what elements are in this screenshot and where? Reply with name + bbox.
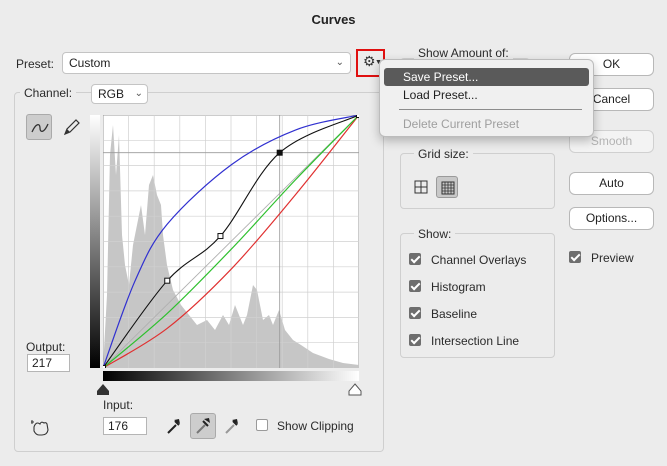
curve-point-tool[interactable]	[26, 114, 52, 140]
menu-item-save-preset[interactable]: Save Preset...	[384, 68, 589, 86]
curve-point-selected	[276, 149, 283, 156]
channel-label: Channel:	[20, 86, 77, 100]
channel-overlays-label: Channel Overlays	[431, 253, 527, 267]
input-gradient	[103, 371, 359, 381]
chevron-down-icon: ⌄	[134, 88, 143, 99]
black-point-eyedropper-icon[interactable]	[164, 416, 182, 436]
gray-point-eyedropper-icon	[196, 418, 210, 434]
preset-select[interactable]: Custom ⌄	[62, 52, 351, 74]
preset-label: Preset:	[16, 57, 55, 71]
baseline-label: Baseline	[431, 307, 478, 321]
white-point-eyedropper-icon[interactable]	[222, 416, 240, 436]
on-image-adjust-icon[interactable]	[30, 418, 52, 436]
chevron-down-icon: ⌄	[335, 57, 344, 68]
menu-separator	[399, 109, 582, 110]
curve-graph[interactable]	[103, 115, 359, 368]
input-label: Input:	[103, 398, 134, 412]
menu-item-load-preset[interactable]: Load Preset...	[384, 86, 589, 104]
output-label: Output:	[26, 340, 66, 354]
histogram-label: Histogram	[431, 280, 486, 294]
gear-icon: ⚙	[363, 53, 376, 69]
preview-label: Preview	[591, 251, 634, 265]
simple-grid-icon	[414, 180, 428, 194]
white-point-slider[interactable]	[348, 383, 362, 396]
curve-point	[164, 277, 171, 284]
show-amount-legend: Show Amount of:	[414, 46, 513, 60]
output-field[interactable]: 217	[27, 354, 70, 372]
simple-grid-button[interactable]	[410, 176, 432, 198]
curve-point-icon	[31, 123, 49, 133]
grid-size-legend: Grid size:	[414, 147, 473, 161]
intersection-line-checkbox[interactable]	[409, 334, 421, 346]
options-button[interactable]: Options...	[569, 207, 654, 230]
curve-point	[356, 115, 359, 118]
show-clipping-label: Show Clipping	[277, 419, 354, 433]
show-legend: Show:	[414, 227, 456, 241]
curve-point	[217, 233, 224, 240]
channel-select[interactable]: RGB ⌄	[91, 84, 148, 104]
black-point-slider[interactable]	[96, 383, 110, 396]
pencil-tool[interactable]	[58, 114, 84, 140]
auto-button[interactable]: Auto	[569, 172, 654, 195]
detailed-grid-icon	[441, 181, 455, 195]
pencil-icon	[63, 119, 80, 136]
channel-value: RGB	[98, 87, 125, 101]
preview-checkbox[interactable]	[569, 251, 581, 263]
histogram-checkbox[interactable]	[409, 280, 421, 292]
channel-overlays-checkbox[interactable]	[409, 253, 421, 265]
dialog-title: Curves	[311, 12, 356, 27]
intersection-line-label: Intersection Line	[431, 334, 520, 348]
curve-point	[103, 365, 106, 368]
menu-item-delete-preset: Delete Current Preset	[403, 117, 520, 131]
input-field[interactable]: 176	[103, 417, 147, 435]
preset-options-menu: Save Preset... Load Preset... Delete Cur…	[379, 59, 594, 137]
show-clipping-checkbox[interactable]	[256, 419, 268, 431]
preset-value: Custom	[69, 56, 111, 70]
curves-dialog: Curves Preset: Custom ⌄ ⚙ ▼ Channel: RGB…	[0, 0, 667, 466]
baseline-checkbox[interactable]	[409, 307, 421, 319]
detailed-grid-button[interactable]	[436, 176, 458, 198]
gray-eyedropper-button[interactable]	[190, 413, 216, 439]
output-gradient	[90, 115, 100, 368]
